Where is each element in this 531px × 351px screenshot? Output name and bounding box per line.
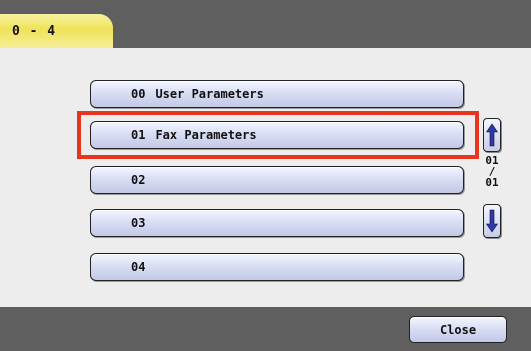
close-button[interactable]: Close	[409, 316, 507, 343]
page-down-button[interactable]	[483, 204, 501, 238]
page-up-button[interactable]	[483, 118, 501, 152]
arrow-down-icon	[486, 209, 498, 233]
param-02-button[interactable]: 02	[90, 166, 464, 194]
param-number: 04	[131, 260, 146, 274]
header-bar: 0 - 4	[0, 0, 531, 48]
tab-label: 0 - 4	[12, 23, 57, 39]
arrow-up-icon	[486, 123, 498, 147]
param-04-button[interactable]: 04	[90, 253, 464, 281]
tab-0-4[interactable]: 0 - 4	[0, 14, 113, 48]
param-number: 02	[131, 173, 146, 187]
param-number: 00	[131, 87, 146, 101]
param-number: 03	[131, 216, 146, 230]
page-total: 01	[485, 176, 499, 189]
close-label: Close	[439, 322, 477, 337]
selection-highlight	[77, 111, 479, 159]
page-indicator: 01 / 01	[481, 155, 503, 188]
param-03-button[interactable]: 03	[90, 209, 464, 237]
param-label: User Parameters	[155, 87, 264, 101]
param-00-button[interactable]: 00 User Parameters	[90, 80, 464, 108]
